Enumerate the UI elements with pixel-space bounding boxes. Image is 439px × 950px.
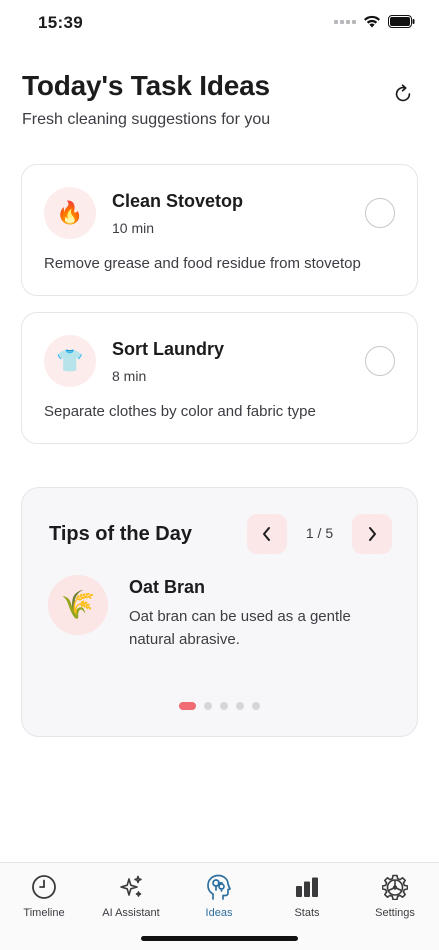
tip-text: Oat bran can be used as a gentle natural… xyxy=(129,608,351,648)
pagination-dot[interactable] xyxy=(220,702,228,710)
tips-pagination xyxy=(22,702,417,710)
tips-card: Tips of the Day 1 / 5 🌾 Oat Bran Oat bra… xyxy=(21,487,418,737)
tab-label: Stats xyxy=(294,907,320,919)
chevron-left-icon xyxy=(263,527,270,541)
wifi-icon xyxy=(364,15,380,28)
pagination-dot-active[interactable] xyxy=(179,702,196,710)
tab-stats[interactable]: Stats xyxy=(263,873,351,919)
status-icons xyxy=(334,15,415,28)
tips-next-button[interactable] xyxy=(352,514,392,554)
home-indicator[interactable] xyxy=(141,936,298,941)
task-card-sort-laundry[interactable]: 👕 Sort Laundry 8 min Separate clothes by… xyxy=(21,312,418,444)
pagination-dot[interactable] xyxy=(252,702,260,710)
tab-label: Ideas xyxy=(205,907,233,919)
refresh-icon xyxy=(395,84,411,102)
tab-ai-assistant[interactable]: AI Assistant xyxy=(87,873,175,919)
tips-counter: 1 / 5 xyxy=(305,525,334,541)
bar-chart-icon xyxy=(293,873,321,901)
rice-sheaf-icon: 🌾 xyxy=(48,575,108,635)
brain-head-icon xyxy=(205,873,233,901)
task-duration: 8 min xyxy=(112,368,147,384)
battery-icon xyxy=(388,15,415,28)
header: Today's Task Ideas Fresh cleaning sugges… xyxy=(22,70,417,130)
tab-label: Settings xyxy=(375,907,415,919)
status-bar: 15:39 xyxy=(0,0,439,46)
pagination-dot[interactable] xyxy=(236,702,244,710)
gear-icon xyxy=(381,873,409,901)
page-title: Today's Task Ideas xyxy=(22,70,270,101)
tip-name: Oat Bran xyxy=(129,577,206,597)
task-description: Remove grease and food residue from stov… xyxy=(44,255,361,272)
tab-settings[interactable]: Settings xyxy=(351,873,439,919)
task-duration: 10 min xyxy=(112,220,155,236)
pagination-dot[interactable] xyxy=(204,702,212,710)
tips-prev-button[interactable] xyxy=(247,514,287,554)
sparkles-icon xyxy=(117,873,145,901)
task-title: Clean Stovetop xyxy=(112,191,244,211)
fire-icon: 🔥 xyxy=(44,187,96,239)
task-description: Separate clothes by color and fabric typ… xyxy=(44,403,316,420)
cellular-signal-icon xyxy=(334,19,356,24)
chevron-right-icon xyxy=(369,527,376,541)
tips-title: Tips of the Day xyxy=(49,523,192,545)
page-subtitle: Fresh cleaning suggestions for you xyxy=(22,111,271,128)
status-time: 15:39 xyxy=(38,13,83,32)
tab-label: Timeline xyxy=(23,907,65,919)
shirt-icon: 👕 xyxy=(44,335,96,387)
task-title: Sort Laundry xyxy=(112,339,225,359)
tab-label: AI Assistant xyxy=(102,907,160,919)
refresh-button[interactable] xyxy=(389,80,417,108)
task-card-clean-stovetop[interactable]: 🔥 Clean Stovetop 10 min Remove grease an… xyxy=(21,164,418,296)
task-complete-checkbox[interactable] xyxy=(365,346,395,376)
clock-icon xyxy=(30,873,58,901)
task-complete-checkbox[interactable] xyxy=(365,198,395,228)
tab-timeline[interactable]: Timeline xyxy=(0,873,88,919)
tab-ideas[interactable]: Ideas xyxy=(175,873,263,919)
